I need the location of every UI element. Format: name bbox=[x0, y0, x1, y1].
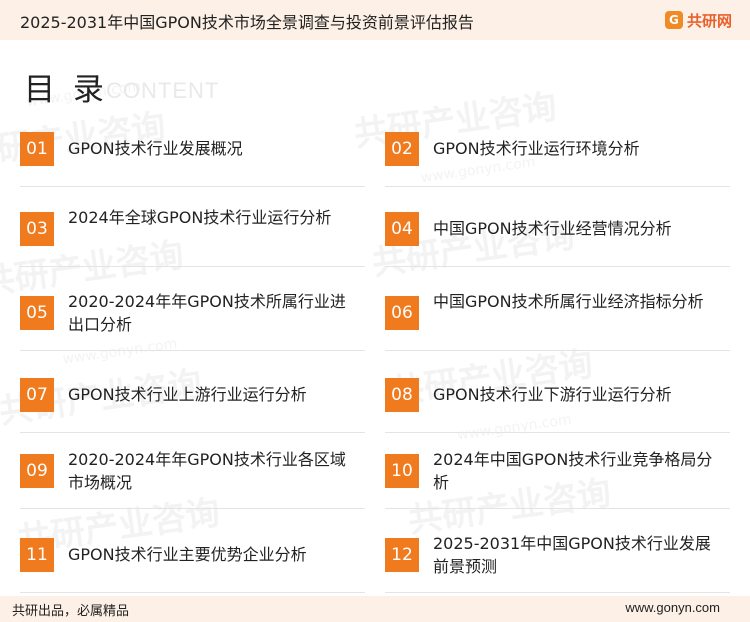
toc-item-divider bbox=[385, 508, 730, 509]
toc-heading: 目 录 bbox=[24, 72, 108, 108]
toc-item-number: 05 bbox=[20, 296, 54, 330]
brand-name: 共研网 bbox=[686, 11, 732, 30]
toc-item[interactable]: 10 2024年中国GPON技术行业竞争格局分析 bbox=[385, 450, 730, 516]
report-title: 2025-2031年中国GPON技术市场全景调查与投资前景评估报告 bbox=[20, 13, 474, 32]
toc-item-divider bbox=[385, 432, 730, 433]
toc-item-label: 2024年中国GPON技术行业竞争格局分析 bbox=[433, 450, 713, 492]
toc-item-label: 2020-2024年年GPON技术所属行业进出口分析 bbox=[68, 292, 346, 334]
toc-item-divider bbox=[20, 592, 365, 593]
toc-item-divider bbox=[385, 186, 730, 187]
toc-item[interactable]: 09 2020-2024年年GPON技术行业各区域市场概况 bbox=[20, 450, 365, 516]
toc-heading-en: CONTENT bbox=[106, 78, 220, 103]
toc-item-divider bbox=[20, 186, 365, 187]
toc-item[interactable]: 03 2024年全球GPON技术行业运行分析 bbox=[20, 208, 365, 274]
toc-item-number: 06 bbox=[385, 296, 419, 330]
footer-slogan: 共研出品，必属精品 bbox=[12, 604, 130, 619]
toc-item-label: GPON技术行业主要优势企业分析 bbox=[68, 545, 307, 564]
toc-item-number: 11 bbox=[20, 538, 54, 572]
toc-item-divider bbox=[20, 266, 365, 267]
toc-item-divider bbox=[385, 266, 730, 267]
toc-item[interactable]: 12 2025-2031年中国GPON技术行业发展前景预测 bbox=[385, 534, 730, 600]
toc-item-divider bbox=[385, 350, 730, 351]
toc-item[interactable]: 02 GPON技术行业运行环境分析 bbox=[385, 132, 730, 194]
toc-item[interactable]: 06 中国GPON技术所属行业经济指标分析 bbox=[385, 292, 730, 358]
footer-url: www.gonyn.com bbox=[625, 600, 720, 615]
brand-logo-icon: G bbox=[664, 11, 683, 29]
header-bar: 2025-2031年中国GPON技术市场全景调查与投资前景评估报告 G 共研网 bbox=[0, 0, 750, 40]
toc-item-label: GPON技术行业上游行业运行分析 bbox=[68, 385, 307, 404]
toc-item-label: 中国GPON技术行业经营情况分析 bbox=[433, 219, 672, 238]
toc-item-number: 01 bbox=[20, 132, 54, 166]
toc-item-number: 09 bbox=[20, 454, 54, 488]
toc-item[interactable]: 08 GPON技术行业下游行业运行分析 bbox=[385, 378, 730, 440]
toc-item-label: GPON技术行业运行环境分析 bbox=[433, 139, 640, 158]
toc-item-label: GPON技术行业发展概况 bbox=[68, 139, 243, 158]
toc-item-number: 08 bbox=[385, 378, 419, 412]
toc-item-label: 中国GPON技术所属行业经济指标分析 bbox=[433, 292, 704, 311]
toc-item-number: 12 bbox=[385, 538, 419, 572]
toc-item-label: GPON技术行业下游行业运行分析 bbox=[433, 385, 672, 404]
brand-logo: G 共研网 bbox=[664, 8, 732, 32]
toc-item[interactable]: 11 GPON技术行业主要优势企业分析 bbox=[20, 538, 365, 600]
toc-item-divider bbox=[385, 592, 730, 593]
toc-item[interactable]: 05 2020-2024年年GPON技术所属行业进出口分析 bbox=[20, 292, 365, 358]
footer-bar: 共研出品，必属精品 www.gonyn.com bbox=[0, 596, 750, 622]
toc-item-divider bbox=[20, 350, 365, 351]
toc-item-number: 04 bbox=[385, 212, 419, 246]
toc-item-divider bbox=[20, 508, 365, 509]
toc-item-label: 2020-2024年年GPON技术行业各区域市场概况 bbox=[68, 450, 346, 492]
toc-item-number: 03 bbox=[20, 212, 54, 246]
toc-item-label: 2025-2031年中国GPON技术行业发展前景预测 bbox=[433, 534, 711, 576]
toc-item-divider bbox=[20, 432, 365, 433]
toc-item-number: 07 bbox=[20, 378, 54, 412]
toc-item[interactable]: 04 中国GPON技术行业经营情况分析 bbox=[385, 212, 730, 274]
toc-item-number: 02 bbox=[385, 132, 419, 166]
toc-item[interactable]: 07 GPON技术行业上游行业运行分析 bbox=[20, 378, 365, 440]
toc-item-label: 2024年全球GPON技术行业运行分析 bbox=[68, 208, 332, 227]
toc-item[interactable]: 01 GPON技术行业发展概况 bbox=[20, 132, 365, 194]
toc-item-number: 10 bbox=[385, 454, 419, 488]
